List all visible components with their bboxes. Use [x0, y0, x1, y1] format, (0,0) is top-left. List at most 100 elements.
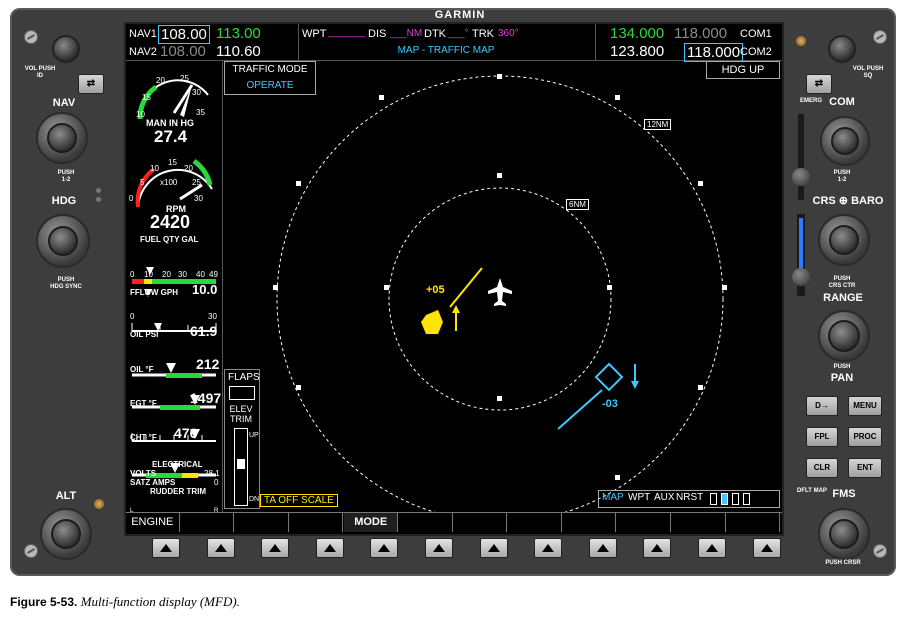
range-knob[interactable]: [818, 310, 870, 362]
softkey-button-10[interactable]: [643, 538, 672, 558]
mfd-screen: NAV1 108.00 113.00 NAV2 108.00 110.60 WP…: [124, 22, 784, 536]
proximate-traffic-icon: [594, 362, 624, 392]
electrical-label: ELECTRICAL: [152, 460, 203, 469]
com1-label: COM1: [740, 28, 772, 40]
com-frequency-knob[interactable]: [820, 116, 870, 166]
range-label-inner: 6NM: [566, 199, 589, 210]
nav2-active-freq[interactable]: 108.00: [160, 43, 206, 60]
fpl-button[interactable]: FPL: [806, 427, 838, 447]
com2-active-freq[interactable]: 123.800: [610, 43, 664, 60]
screw-icon: [873, 30, 887, 44]
altitude-knob[interactable]: [40, 508, 92, 560]
softkey-button-8[interactable]: [534, 538, 563, 558]
push-crs-ctr-label: PUSH CRS CTR: [828, 276, 856, 289]
dis-value: ___NM: [390, 28, 423, 39]
page-indicator-box: [710, 493, 717, 505]
softkey-label-12: [727, 513, 781, 532]
oil-temp-label: OIL °F: [130, 365, 154, 374]
hdg-label: HDG: [51, 195, 77, 207]
dtk-value: ___°: [448, 28, 469, 39]
rpm-tick: 15: [168, 158, 177, 167]
page-group: WPT: [628, 492, 651, 503]
fuel-tick: 40: [196, 270, 205, 279]
nav1-active-freq[interactable]: 108.00: [158, 25, 210, 44]
nav2-standby-freq[interactable]: 110.60: [216, 43, 261, 60]
softkey-label-8: [508, 513, 562, 532]
softkey-label-5: MODE: [344, 513, 398, 532]
nav-frequency-knob[interactable]: [36, 112, 88, 164]
manifold-tick: 30: [192, 88, 201, 97]
softkey-label-6: [399, 513, 453, 532]
direct-to-button[interactable]: D→: [806, 396, 838, 416]
menu-button[interactable]: MENU: [848, 396, 882, 416]
manifold-tick: 10: [136, 110, 145, 119]
softkey-button-4[interactable]: [315, 538, 344, 558]
traffic-altitude-label: +05: [426, 284, 445, 296]
nav-volume-knob[interactable]: [52, 35, 80, 63]
range-label-outer: 12NM: [644, 119, 672, 130]
rpm-tick: 10: [150, 164, 159, 173]
com1-active-freq[interactable]: 134.000: [610, 25, 664, 42]
oil-psi-value: 61.9: [190, 323, 218, 339]
softkey-label-9: [563, 513, 617, 532]
softkey-button-12[interactable]: [752, 538, 781, 558]
softkey-button-6[interactable]: [425, 538, 453, 558]
slot-knob: [792, 168, 810, 186]
photocell-icon: [96, 188, 101, 193]
nav1-standby-freq[interactable]: 113.00: [216, 25, 261, 42]
com-volume-knob[interactable]: [828, 35, 856, 63]
page-indicator-box: [743, 493, 750, 505]
softkey-button-11[interactable]: [698, 538, 726, 558]
crs-baro-knob[interactable]: [818, 214, 870, 266]
push-hdg-sync-label: PUSH HDG SYNC: [50, 277, 82, 290]
manifold-value: 27.4: [154, 127, 188, 146]
softkey-button-5[interactable]: [370, 538, 399, 558]
rpm-tick: 20: [184, 164, 193, 173]
map-orientation[interactable]: HDG UP: [706, 61, 780, 79]
fms-knob[interactable]: [818, 508, 870, 560]
own-aircraft-icon: [488, 278, 512, 306]
nav-push-1-2-label: PUSH 1-2: [57, 170, 75, 183]
satz-amps-value: 0: [214, 478, 219, 487]
fuel-tick: 49: [209, 270, 218, 279]
egt-value: 1497: [190, 390, 222, 406]
com2-label: COM2: [740, 46, 772, 58]
wpt-value: ______: [328, 26, 365, 38]
proc-button[interactable]: PROC: [848, 427, 882, 447]
com-label: COM: [829, 96, 855, 108]
com2-standby-freq[interactable]: 118.000: [684, 43, 744, 62]
ent-button[interactable]: ENT: [848, 458, 882, 478]
traffic-map[interactable]: [224, 61, 782, 521]
pan-label: PAN: [830, 372, 854, 384]
softkey-label-7: [454, 513, 508, 532]
range-ring-tick-marks: [273, 74, 727, 480]
fms-label: FMS: [832, 488, 856, 500]
slot-knob: [792, 268, 810, 286]
screw-icon: [24, 544, 38, 558]
com1-standby-freq[interactable]: 118.000: [674, 25, 727, 42]
photocell-icon: [96, 197, 101, 202]
screw-icon: [24, 30, 38, 44]
com-swap-button[interactable]: ⇄: [806, 74, 832, 94]
softkey-button-1[interactable]: [152, 538, 180, 558]
screw-icon: [873, 544, 887, 558]
nav-swap-button[interactable]: ⇄: [78, 74, 104, 94]
traffic-advisory-icon: [421, 310, 443, 334]
heading-knob[interactable]: [36, 214, 90, 268]
volts-value: 28.1: [204, 469, 220, 478]
softkey-button-9[interactable]: [588, 538, 617, 558]
fuel-tick: 20: [162, 270, 171, 279]
figure-number: Figure 5-53.: [10, 595, 78, 609]
push-pan-label: PUSH: [833, 364, 851, 370]
softkey-button-3[interactable]: [261, 538, 290, 558]
nav-label: NAV: [52, 97, 76, 109]
vol-push-sq-label: VOL PUSH SQ: [852, 66, 884, 79]
alt-label: ALT: [55, 490, 77, 502]
clr-button[interactable]: CLR: [806, 458, 838, 478]
softkey-label-1: ENGINE: [126, 513, 180, 532]
page-indicator-box: [732, 493, 739, 505]
figure-caption: Figure 5-53. Multi-function display (MFD…: [10, 594, 240, 610]
softkey-button-7[interactable]: [479, 538, 508, 558]
range-label: RANGE: [823, 292, 863, 304]
softkey-button-2[interactable]: [206, 538, 235, 558]
